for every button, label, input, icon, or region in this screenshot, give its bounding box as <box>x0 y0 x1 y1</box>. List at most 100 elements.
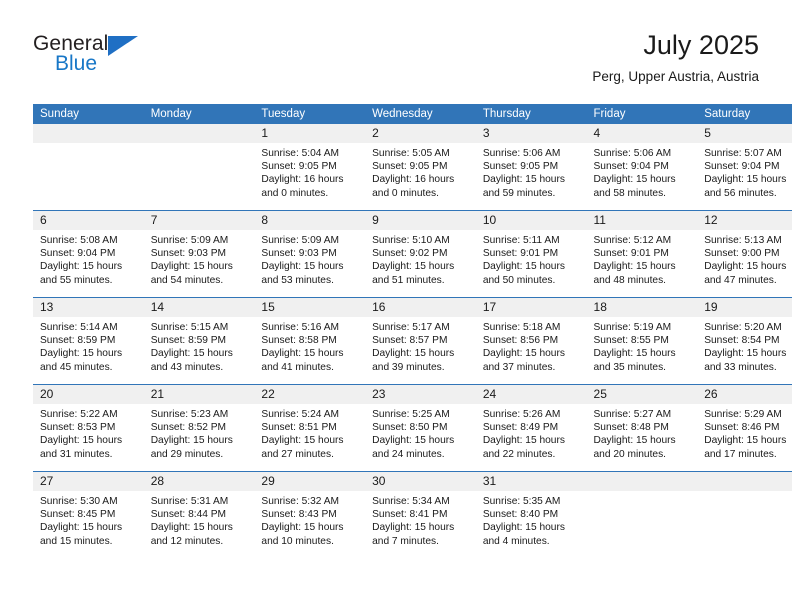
calendar-day-cell[interactable]: 7 Sunrise: 5:09 AM Sunset: 9:03 PM Daylight… <box>143 210 255 298</box>
calendar-day-cell[interactable]: 30 Sunrise: 5:34 AM Sunset: 8:41 PM Dayligh… <box>365 471 476 558</box>
day-details: Sunrise: 5:15 AM Sunset: 8:59 PM Daylight:… <box>144 317 255 374</box>
daylight-text-line1: Daylight: 15 hours <box>482 174 565 186</box>
daylight-text-line1: Daylight: 15 hours <box>261 522 344 534</box>
calendar-day-cell[interactable]: 16 Sunrise: 5:17 AM Sunset: 8:57 PM Dayligh… <box>365 297 476 385</box>
day-number: 10 <box>475 211 587 230</box>
daylight-text-line2: and 17 minutes. <box>704 448 777 460</box>
day-number: 9 <box>365 211 476 230</box>
sunset-text: Sunset: 9:04 PM <box>704 161 780 173</box>
calendar-day-cell[interactable]: 4 Sunrise: 5:06 AM Sunset: 9:04 PM Daylight… <box>586 124 698 211</box>
brand-name-blue: Blue <box>55 52 98 75</box>
daylight-text-line2: and 41 minutes. <box>261 361 334 373</box>
day-details: Sunrise: 5:16 AM Sunset: 8:58 PM Daylight:… <box>254 317 365 374</box>
calendar-day-cell[interactable]: 11 Sunrise: 5:12 AM Sunset: 9:01 PM Dayligh… <box>586 210 698 298</box>
sunset-text: Sunset: 8:59 PM <box>150 335 227 347</box>
sunrise-text: Sunrise: 5:35 AM <box>482 496 561 507</box>
daylight-text-line2: and 0 minutes. <box>372 187 439 199</box>
daylight-text-line1: Daylight: 15 hours <box>150 261 233 273</box>
sunrise-text: Sunrise: 5:13 AM <box>704 235 782 246</box>
calendar-day-cell[interactable]: 22 Sunrise: 5:24 AM Sunset: 8:51 PM Dayligh… <box>254 384 366 472</box>
day-number: 26 <box>697 385 792 404</box>
calendar-day-cell[interactable]: 6 Sunrise: 5:08 AM Sunset: 9:04 PM Daylight… <box>33 210 144 298</box>
weekday-header-tuesday: Tuesday <box>254 104 366 124</box>
calendar-day-cell[interactable]: 28 Sunrise: 5:31 AM Sunset: 8:44 PM Dayligh… <box>143 471 255 558</box>
daylight-text-line1: Daylight: 15 hours <box>482 522 565 534</box>
calendar-day-cell[interactable]: 21 Sunrise: 5:23 AM Sunset: 8:52 PM Dayligh… <box>143 384 255 472</box>
calendar-table: Sunday Monday Tuesday Wednesday Thursday Frid… <box>33 104 792 558</box>
day-number: 20 <box>33 385 144 404</box>
calendar-day-cell[interactable]: 8 Sunrise: 5:09 AM Sunset: 9:03 PM Daylight… <box>254 210 366 298</box>
sunrise-text: Sunrise: 5:07 AM <box>704 148 782 159</box>
calendar-day-cell-empty <box>697 471 792 558</box>
calendar-day-cell[interactable]: 1 Sunrise: 5:04 AM Sunset: 9:05 PM Daylight… <box>254 124 366 211</box>
sunrise-text: Sunrise: 5:16 AM <box>261 322 339 333</box>
daylight-text-line2: and 59 minutes. <box>482 187 556 199</box>
calendar-day-cell[interactable]: 15 Sunrise: 5:16 AM Sunset: 8:58 PM Dayligh… <box>254 297 366 385</box>
calendar-day-cell[interactable]: 29 Sunrise: 5:32 AM Sunset: 8:43 PM Dayligh… <box>254 471 366 558</box>
daylight-text-line1: Daylight: 15 hours <box>150 522 233 534</box>
daylight-text-line2: and 53 minutes. <box>261 274 334 286</box>
calendar-week-row: 27 Sunrise: 5:30 AM Sunset: 8:45 PM Dayligh… <box>33 471 792 558</box>
sunset-text: Sunset: 9:04 PM <box>40 248 116 260</box>
daylight-text-line1: Daylight: 15 hours <box>593 435 676 447</box>
sunrise-text: Sunrise: 5:34 AM <box>372 496 450 507</box>
sunset-text: Sunset: 8:52 PM <box>150 422 227 434</box>
calendar-day-cell[interactable]: 19 Sunrise: 5:20 AM Sunset: 8:54 PM Dayligh… <box>697 297 792 385</box>
sunrise-text: Sunrise: 5:04 AM <box>261 148 339 159</box>
daylight-text-line1: Daylight: 15 hours <box>704 435 787 447</box>
calendar-day-cell[interactable]: 9 Sunrise: 5:10 AM Sunset: 9:02 PM Daylight… <box>365 210 476 298</box>
calendar-day-cell[interactable]: 5 Sunrise: 5:07 AM Sunset: 9:04 PM Daylight… <box>697 124 792 211</box>
calendar-day-cell[interactable]: 26 Sunrise: 5:29 AM Sunset: 8:46 PM Dayligh… <box>697 384 792 472</box>
calendar-day-cell[interactable]: 10 Sunrise: 5:11 AM Sunset: 9:01 PM Dayligh… <box>475 210 587 298</box>
day-details: Sunrise: 5:29 AM Sunset: 8:46 PM Daylight:… <box>697 404 792 461</box>
day-details: Sunrise: 5:35 AM Sunset: 8:40 PM Daylight:… <box>476 491 587 548</box>
sunrise-text: Sunrise: 5:10 AM <box>372 235 450 246</box>
calendar-day-cell[interactable]: 18 Sunrise: 5:19 AM Sunset: 8:55 PM Dayligh… <box>586 297 698 385</box>
daylight-text-line1: Daylight: 15 hours <box>372 435 455 447</box>
day-number <box>697 472 792 491</box>
calendar-day-cell[interactable]: 3 Sunrise: 5:06 AM Sunset: 9:05 PM Daylight… <box>475 124 587 211</box>
sunset-text: Sunset: 9:05 PM <box>261 161 337 173</box>
day-details: Sunrise: 5:26 AM Sunset: 8:49 PM Daylight:… <box>476 404 587 461</box>
day-details: Sunrise: 5:17 AM Sunset: 8:57 PM Daylight:… <box>365 317 476 374</box>
daylight-text-line1: Daylight: 15 hours <box>261 435 344 447</box>
daylight-text-line2: and 20 minutes. <box>593 448 667 460</box>
weekday-header-saturday: Saturday <box>697 104 792 124</box>
daylight-text-line2: and 29 minutes. <box>150 448 224 460</box>
calendar-day-cell[interactable]: 17 Sunrise: 5:18 AM Sunset: 8:56 PM Dayligh… <box>475 297 587 385</box>
daylight-text-line2: and 47 minutes. <box>704 274 777 286</box>
day-number: 1 <box>254 124 366 143</box>
day-number: 3 <box>475 124 587 143</box>
daylight-text-line2: and 31 minutes. <box>40 448 113 460</box>
daylight-text-line2: and 27 minutes. <box>261 448 334 460</box>
daylight-text-line2: and 58 minutes. <box>593 187 667 199</box>
sunrise-text: Sunrise: 5:09 AM <box>150 235 229 246</box>
daylight-text-line1: Daylight: 15 hours <box>150 348 233 360</box>
daylight-text-line1: Daylight: 15 hours <box>704 348 787 360</box>
title-block: July 2025 Perg, Upper Austria, Austria <box>592 28 759 87</box>
day-number: 25 <box>586 385 698 404</box>
sunset-text: Sunset: 8:53 PM <box>40 422 116 434</box>
brand-logo[interactable]: General Blue <box>33 32 233 88</box>
sunset-text: Sunset: 8:46 PM <box>704 422 780 434</box>
day-number: 22 <box>254 385 366 404</box>
calendar-day-cell[interactable]: 24 Sunrise: 5:26 AM Sunset: 8:49 PM Dayligh… <box>475 384 587 472</box>
daylight-text-line2: and 54 minutes. <box>150 274 224 286</box>
daylight-text-line2: and 56 minutes. <box>704 187 777 199</box>
calendar-day-cell[interactable]: 25 Sunrise: 5:27 AM Sunset: 8:48 PM Dayligh… <box>586 384 698 472</box>
calendar-day-cell[interactable]: 14 Sunrise: 5:15 AM Sunset: 8:59 PM Dayligh… <box>143 297 255 385</box>
day-details: Sunrise: 5:25 AM Sunset: 8:50 PM Daylight:… <box>365 404 476 461</box>
calendar-day-cell[interactable]: 2 Sunrise: 5:05 AM Sunset: 9:05 PM Daylight… <box>365 124 476 211</box>
day-details: Sunrise: 5:30 AM Sunset: 8:45 PM Daylight:… <box>33 491 144 548</box>
sunset-text: Sunset: 9:05 PM <box>482 161 559 173</box>
day-number: 15 <box>254 298 366 317</box>
sunrise-text: Sunrise: 5:17 AM <box>372 322 450 333</box>
calendar-day-cell[interactable]: 23 Sunrise: 5:25 AM Sunset: 8:50 PM Dayligh… <box>365 384 476 472</box>
calendar-day-cell[interactable]: 31 Sunrise: 5:35 AM Sunset: 8:40 PM Dayligh… <box>475 471 587 558</box>
calendar-day-cell[interactable]: 20 Sunrise: 5:22 AM Sunset: 8:53 PM Dayligh… <box>33 384 144 472</box>
calendar-day-cell[interactable]: 12 Sunrise: 5:13 AM Sunset: 9:00 PM Dayligh… <box>697 210 792 298</box>
day-number: 30 <box>365 472 476 491</box>
calendar-day-cell[interactable]: 27 Sunrise: 5:30 AM Sunset: 8:45 PM Dayligh… <box>33 471 144 558</box>
daylight-text-line1: Daylight: 15 hours <box>40 261 123 273</box>
calendar-day-cell[interactable]: 13 Sunrise: 5:14 AM Sunset: 8:59 PM Dayligh… <box>33 297 144 385</box>
